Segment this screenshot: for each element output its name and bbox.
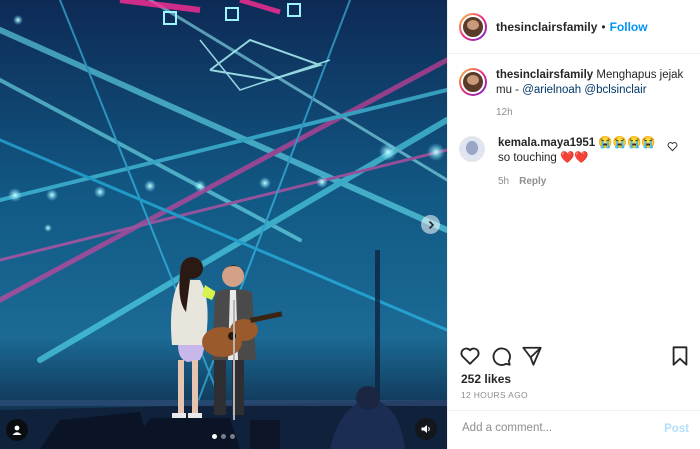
comment-item: kemala.maya1951 😭😭😭😭 so touching ❤️❤️ 5h… (459, 136, 694, 189)
next-slide-button[interactable] (421, 215, 440, 234)
reply-button[interactable]: Reply (519, 176, 546, 187)
author-username[interactable]: thesinclairsfamily (496, 20, 597, 34)
concert-stage-image (0, 0, 447, 449)
post-header: thesinclairsfamily • Follow (448, 0, 700, 54)
carousel-dot (230, 434, 235, 439)
caption-time: 12h (496, 107, 513, 118)
post-panel: thesinclairsfamily • Follow thesinclairs… (447, 0, 700, 449)
comment-hearts: ❤️❤️ (560, 152, 589, 164)
separator: • (601, 19, 606, 34)
carousel-dot (212, 434, 217, 439)
add-comment-form: Post (448, 410, 700, 449)
caption-avatar[interactable] (459, 68, 487, 96)
sound-icon (421, 425, 430, 433)
avatar[interactable] (459, 12, 487, 41)
caption: thesinclairsfamily Menghapus jejak mu - … (459, 68, 694, 120)
comment-input[interactable] (460, 421, 654, 435)
bookmark-icon[interactable] (669, 345, 691, 367)
comment-like-icon[interactable] (667, 141, 678, 152)
heart-icon[interactable] (459, 345, 481, 367)
commenter-avatar[interactable] (459, 136, 485, 162)
commenter-username[interactable]: kemala.maya1951 (498, 137, 595, 149)
like-count[interactable]: 252 likes (461, 372, 511, 386)
carousel-dot (221, 434, 226, 439)
follow-button[interactable]: Follow (610, 20, 648, 34)
comment-time: 5h (498, 176, 510, 187)
chevron-right-icon (428, 220, 434, 229)
action-bar (459, 345, 691, 369)
comment-icon[interactable] (490, 345, 512, 367)
caption-username[interactable]: thesinclairsfamily (496, 69, 593, 81)
mention-link[interactable]: @arielnoah (522, 84, 581, 96)
post-timestamp[interactable]: 12 HOURS AGO (461, 390, 528, 400)
post-comment-button[interactable]: Post (664, 423, 689, 435)
mention-link[interactable]: @bclsinclair (584, 84, 646, 96)
sound-button[interactable] (415, 418, 437, 440)
carousel-indicator (0, 434, 447, 439)
share-icon[interactable] (521, 345, 543, 367)
post-media[interactable] (0, 0, 447, 449)
